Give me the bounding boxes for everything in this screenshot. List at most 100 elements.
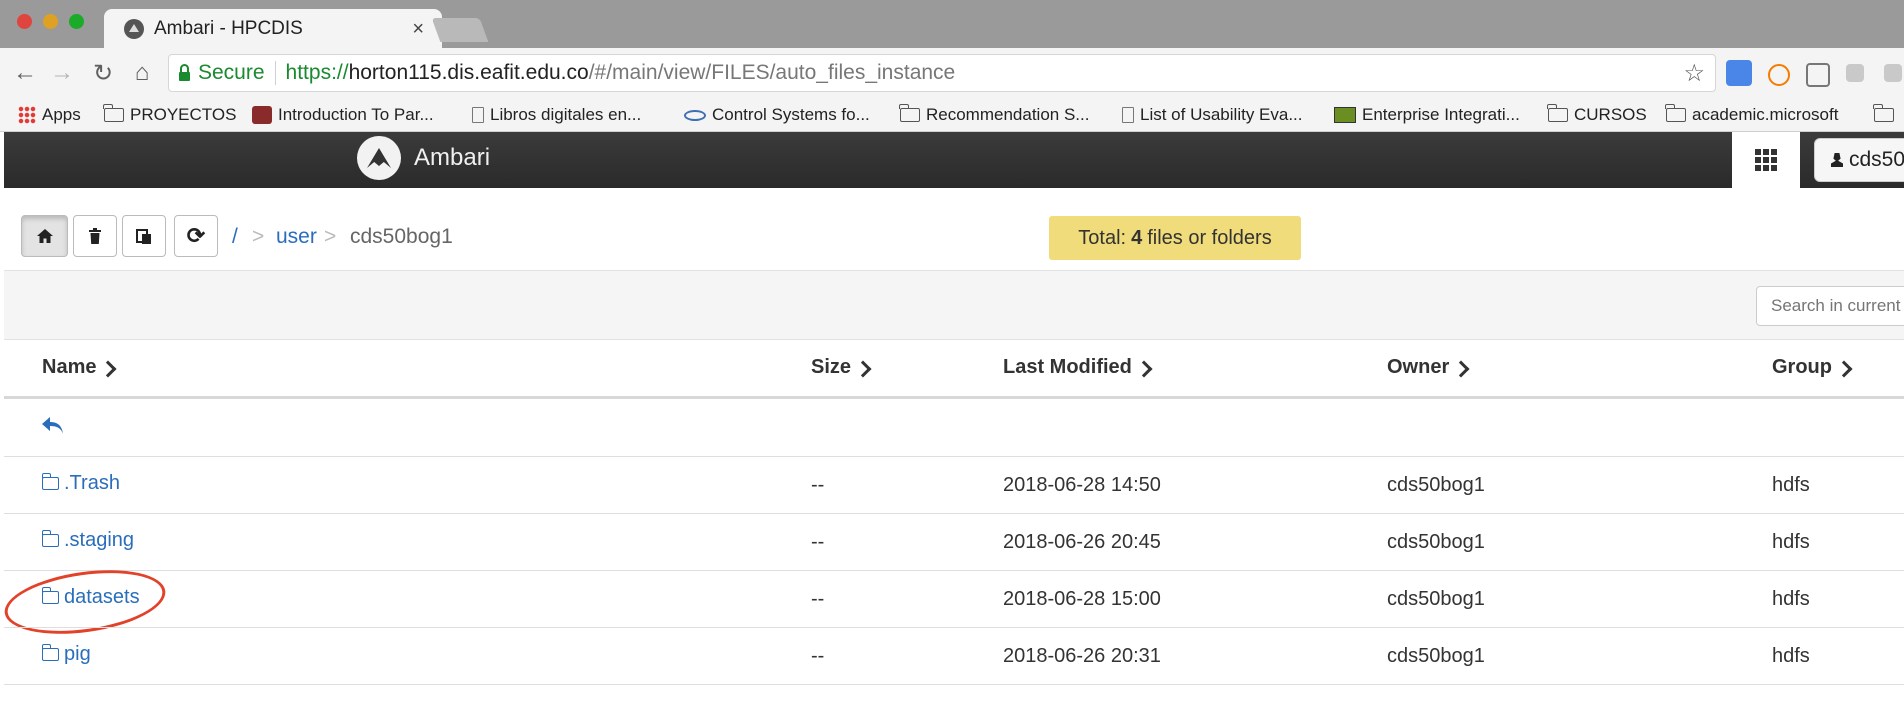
chevron-right-icon <box>99 360 117 377</box>
bookmark-enterprise[interactable]: Enterprise Integrati... <box>1334 100 1520 130</box>
row-divider <box>4 684 1904 685</box>
address-bar[interactable]: Secure https://horton115.dis.eafit.edu.c… <box>168 54 1716 92</box>
lock-icon <box>179 63 190 81</box>
file-row-name-link[interactable]: .Trash <box>41 472 120 495</box>
total-suffix: files or folders <box>1147 226 1272 249</box>
breadcrumb-separator: > <box>252 225 265 248</box>
file-size: -- <box>811 645 825 667</box>
paste-icon <box>136 228 151 244</box>
bookmark-proyectos[interactable]: PROYECTOS <box>103 100 237 130</box>
file-group: hdfs <box>1772 474 1810 496</box>
home-icon[interactable]: ⌂ <box>125 56 159 90</box>
chevron-right-icon <box>1135 360 1153 377</box>
file-size: -- <box>811 531 825 553</box>
file-name: .Trash <box>64 472 120 494</box>
new-tab-button[interactable] <box>431 18 489 42</box>
refresh-button[interactable]: ⟳ <box>174 215 218 257</box>
notes-extension-icon[interactable] <box>1806 63 1830 87</box>
maximize-window-icon[interactable] <box>69 14 84 29</box>
eye-icon <box>684 109 706 121</box>
secure-label: Secure <box>198 61 265 84</box>
bookmark-label: CURSOS <box>1574 105 1647 124</box>
views-menu-button[interactable] <box>1732 132 1800 188</box>
folder-icon <box>41 473 59 490</box>
bookmark-label: List of Usability Eva... <box>1140 105 1303 124</box>
column-header-owner[interactable]: Owner <box>1387 356 1470 379</box>
app-name[interactable]: Ambari <box>414 144 490 172</box>
ambari-favicon-icon <box>124 19 144 39</box>
page-icon <box>472 107 484 123</box>
file-row-name-link[interactable]: .staging <box>41 529 134 552</box>
folder-icon <box>1547 104 1568 122</box>
paste-button[interactable] <box>122 215 166 257</box>
column-label: Name <box>42 356 97 378</box>
bookmark-label: Recommendation S... <box>926 105 1090 124</box>
bookmark-recommendation[interactable]: Recommendation S... <box>899 100 1090 130</box>
column-label: Owner <box>1387 356 1450 378</box>
total-prefix: Total: <box>1078 226 1127 249</box>
minimize-window-icon[interactable] <box>43 14 58 29</box>
row-divider <box>4 513 1904 514</box>
delete-button[interactable] <box>73 215 117 257</box>
file-modified: 2018-06-28 14:50 <box>1003 474 1161 496</box>
translate-extension-icon[interactable] <box>1726 60 1752 86</box>
folder-icon <box>103 104 124 122</box>
breadcrumb-user[interactable]: user <box>276 225 317 249</box>
header-divider <box>4 396 1904 399</box>
column-label: Group <box>1772 356 1832 378</box>
total-count: 4 <box>1131 226 1143 249</box>
tab-title: Ambari - HPCDIS <box>154 18 303 39</box>
breadcrumb-separator: > <box>324 225 337 248</box>
bookmark-apps[interactable]: Apps <box>18 100 81 130</box>
bookmark-overflow[interactable] <box>1873 100 1900 130</box>
bookmark-introduction[interactable]: Introduction To Par... <box>252 100 434 130</box>
tab-close-icon[interactable]: × <box>412 18 424 41</box>
app-header <box>4 132 1904 188</box>
file-name: pig <box>64 643 91 665</box>
back-icon[interactable]: ← <box>8 56 42 90</box>
bookmark-academic[interactable]: academic.microsoft <box>1665 100 1839 130</box>
folder-icon <box>899 104 920 122</box>
grid-icon <box>1755 149 1777 171</box>
file-group: hdfs <box>1772 531 1810 553</box>
bookmark-star-icon[interactable]: ☆ <box>1683 59 1705 88</box>
bookmark-label: Enterprise Integrati... <box>1362 105 1520 124</box>
parent-folder-icon[interactable] <box>40 414 66 438</box>
browser-tab[interactable]: Ambari - HPCDIS × <box>104 9 442 49</box>
url-path: /#/main/view/FILES/auto_files_instance <box>588 61 956 84</box>
user-menu-button[interactable]: cds50 <box>1814 138 1904 182</box>
column-header-last-modified[interactable]: Last Modified <box>1003 356 1153 379</box>
bookmark-control-systems[interactable]: Control Systems fo... <box>684 100 870 130</box>
chat-extension-icon[interactable] <box>1884 64 1902 82</box>
close-window-icon[interactable] <box>17 14 32 29</box>
file-modified: 2018-06-26 20:31 <box>1003 645 1161 667</box>
home-icon <box>36 229 53 243</box>
forward-icon[interactable]: → <box>45 56 79 90</box>
column-header-group[interactable]: Group <box>1772 356 1853 379</box>
reload-icon[interactable]: ↻ <box>86 56 120 90</box>
search-input[interactable] <box>1756 286 1904 326</box>
breadcrumb-root[interactable]: / <box>232 225 238 249</box>
dropbox-extension-icon[interactable] <box>1846 64 1864 82</box>
ambari-logo-icon[interactable] <box>357 136 401 180</box>
bookmark-label: academic.microsoft <box>1692 105 1839 124</box>
file-owner: cds50bog1 <box>1387 645 1485 667</box>
bookmark-libros[interactable]: Libros digitales en... <box>472 100 641 130</box>
file-group: hdfs <box>1772 588 1810 610</box>
bookmark-label: Apps <box>42 105 81 124</box>
orange-extension-icon[interactable] <box>1768 64 1790 86</box>
column-header-size[interactable]: Size <box>811 356 872 379</box>
bookmark-usability[interactable]: List of Usability Eva... <box>1122 100 1303 130</box>
bookmark-label: Introduction To Par... <box>278 105 434 124</box>
file-row-name-link[interactable]: pig <box>41 643 91 666</box>
search-bar-area <box>4 270 1904 340</box>
bookmark-label: Libros digitales en... <box>490 105 642 124</box>
bookmark-label: PROYECTOS <box>130 105 237 124</box>
file-owner: cds50bog1 <box>1387 588 1485 610</box>
folder-icon <box>41 530 59 547</box>
home-button[interactable] <box>21 215 68 257</box>
breadcrumb-current: cds50bog1 <box>350 225 453 248</box>
bookmark-cursos[interactable]: CURSOS <box>1547 100 1647 130</box>
refresh-icon: ⟳ <box>186 223 206 248</box>
column-header-name[interactable]: Name <box>42 356 117 379</box>
